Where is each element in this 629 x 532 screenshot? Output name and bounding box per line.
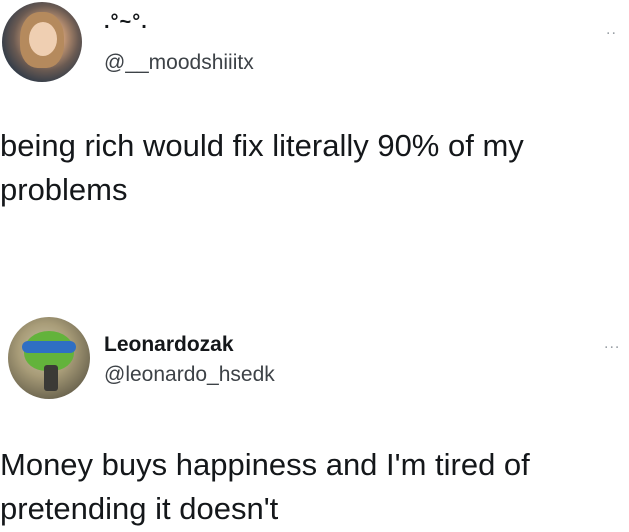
avatar-face-shape xyxy=(29,22,57,56)
tweet-text: being rich would fix literally 90% of my… xyxy=(0,128,524,207)
tweet-text: Money buys happiness and I'm tired of pr… xyxy=(0,447,530,526)
display-name[interactable]: Leonardozak xyxy=(104,332,234,358)
user-handle[interactable]: @leonardo_hsedk xyxy=(104,362,275,388)
avatar[interactable] xyxy=(8,317,90,399)
user-handle[interactable]: @__moodshiiitx xyxy=(104,50,254,76)
phone-shape xyxy=(44,365,58,391)
tweet-card[interactable]: .°~°. @__moodshiiitx .. being rich would… xyxy=(0,0,629,300)
avatar[interactable] xyxy=(2,2,82,82)
more-options-icon[interactable]: ... xyxy=(604,336,620,352)
more-options-icon[interactable]: .. xyxy=(606,22,617,38)
display-name[interactable]: .°~°. xyxy=(104,10,148,34)
turtle-head-shape xyxy=(24,331,74,371)
turtle-mask-shape xyxy=(22,341,76,353)
